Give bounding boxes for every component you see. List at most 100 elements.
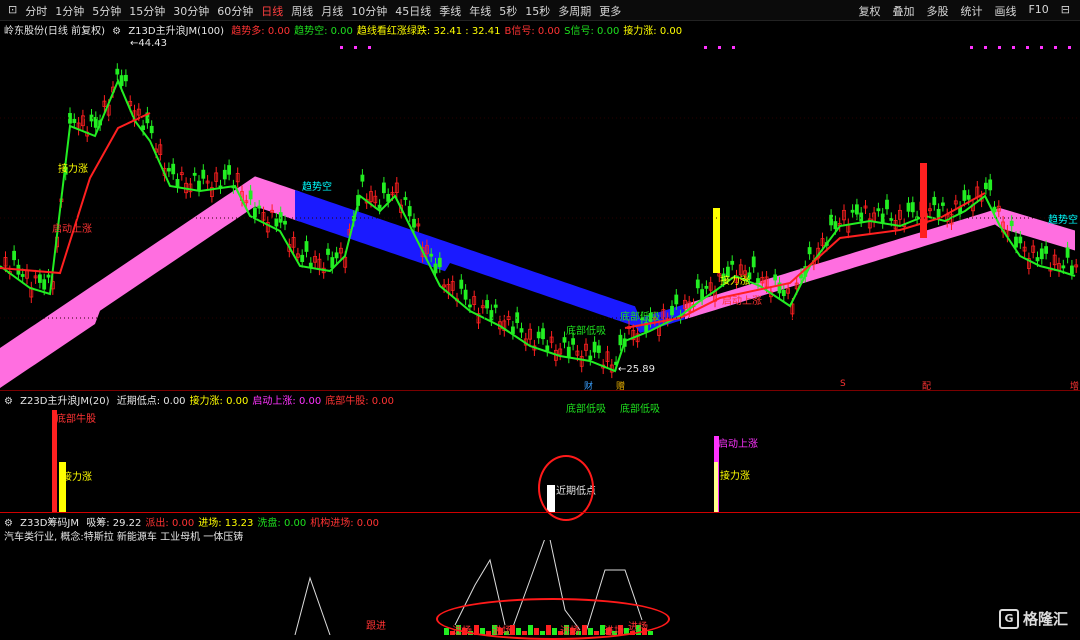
candle-body — [377, 204, 382, 209]
candle-body — [485, 300, 490, 309]
candle-body — [781, 289, 786, 297]
candle-body — [381, 182, 386, 194]
candle-body — [1039, 248, 1044, 260]
candle-body — [885, 199, 889, 210]
candle-body — [463, 289, 468, 300]
candle-body — [1044, 246, 1048, 254]
tool-button-6[interactable]: ⊟ — [1055, 3, 1076, 19]
bar-label-relay-2: 接力涨 — [720, 471, 750, 482]
period-tab-16[interactable]: 多周期 — [554, 3, 595, 19]
signal-dot — [984, 46, 987, 49]
candle-body — [283, 220, 287, 225]
candle-body — [592, 341, 597, 353]
candle-body — [1018, 236, 1023, 244]
annotation-relay-up-2: 接力涨 — [720, 276, 750, 287]
candle-body — [674, 294, 679, 305]
period-tab-7[interactable]: 日线 — [257, 3, 287, 19]
highlight-candle-red — [920, 163, 927, 238]
candlestick-chart[interactable] — [0, 18, 1080, 390]
signal-dot — [1026, 46, 1029, 49]
panel-divider-2 — [0, 512, 1080, 513]
period-tab-1[interactable]: 分时 — [21, 3, 51, 19]
period-tab-10[interactable]: 10分钟 — [347, 3, 391, 19]
period-tab-13[interactable]: 年线 — [465, 3, 495, 19]
candle-body — [700, 289, 704, 300]
chart-tools: 复权 叠加 多股 统计 画线 F10 ⊟ — [852, 3, 1076, 19]
signal-dot — [718, 46, 721, 49]
period-tab-9[interactable]: 月线 — [317, 3, 347, 19]
candle-body — [597, 345, 601, 353]
signal-dot — [1012, 46, 1015, 49]
candle-body — [1035, 257, 1040, 262]
candle-body — [72, 118, 77, 124]
candle-body — [119, 75, 124, 86]
candle-body — [412, 218, 416, 228]
candle-body — [984, 182, 988, 190]
candle-body — [489, 310, 494, 321]
candle-body — [756, 278, 760, 284]
candle-body — [227, 165, 232, 175]
period-tab-11[interactable]: 45日线 — [391, 3, 435, 19]
label-bottom-buy-1: 底部低吸 — [566, 326, 606, 337]
tool-button-3[interactable]: 统计 — [954, 3, 988, 19]
candle-body — [20, 274, 25, 277]
candle-body — [274, 218, 279, 227]
candle-body — [192, 172, 197, 176]
candle-body — [437, 257, 442, 268]
candle-body — [201, 169, 206, 179]
candle-body — [704, 285, 709, 289]
tool-button-5[interactable]: F10 — [1022, 3, 1054, 19]
period-tabs: ⊡ 分时 1分钟 5分钟 15分钟 30分钟 60分钟 日线 周线 月线 10分钟 45日线 季线 年线 5… — [4, 3, 625, 19]
candle-body — [386, 193, 391, 202]
period-tab-5[interactable]: 30分钟 — [169, 3, 213, 19]
period-tab-15[interactable]: 15秒 — [521, 3, 554, 19]
bar-label-start-up: 启动上涨 — [718, 439, 758, 450]
event-marker-2[interactable]: S — [838, 379, 848, 389]
candle-body — [42, 279, 47, 290]
bar-label-relay: 接力涨 — [62, 472, 92, 483]
candle-body — [1061, 265, 1066, 269]
chip-peak — [294, 576, 331, 635]
period-tab-0[interactable]: ⊡ — [4, 3, 21, 19]
signal-dot — [354, 46, 357, 49]
candle-body — [222, 169, 227, 180]
candle-body — [751, 256, 756, 268]
bar-relay-2 — [714, 462, 718, 512]
tool-button-2[interactable]: 多股 — [920, 3, 954, 19]
period-tab-8[interactable]: 周线 — [287, 3, 317, 19]
period-tab-12[interactable]: 季线 — [435, 3, 465, 19]
candle-body — [859, 212, 864, 222]
candle-body — [807, 247, 812, 255]
chip-bar — [648, 631, 653, 635]
period-tab-14[interactable]: 5秒 — [495, 3, 521, 19]
candle-body — [829, 214, 833, 226]
candle-body — [876, 208, 881, 212]
candle-body — [510, 326, 515, 334]
signal-dot — [1040, 46, 1043, 49]
candle-body — [252, 207, 257, 218]
candle-body — [360, 174, 365, 182]
candle-body — [304, 241, 309, 252]
candle-body — [588, 355, 593, 360]
tool-button-4[interactable]: 画线 — [988, 3, 1022, 19]
candle-body — [326, 248, 330, 255]
candle-body — [571, 338, 575, 345]
candle-body — [278, 212, 283, 223]
watermark: G 格隆汇 — [998, 608, 1068, 629]
period-tab-17[interactable]: 更多 — [595, 3, 625, 19]
candle-body — [695, 279, 700, 289]
tool-button-0[interactable]: 复权 — [852, 3, 886, 19]
candle-body — [889, 217, 894, 221]
period-tab-4[interactable]: 15分钟 — [125, 3, 169, 19]
candle-body — [248, 190, 253, 200]
candle-body — [433, 263, 438, 274]
candle-body — [855, 204, 859, 215]
period-tab-2[interactable]: 1分钟 — [51, 3, 88, 19]
signal-dot — [340, 46, 343, 49]
period-tab-3[interactable]: 5分钟 — [88, 3, 125, 19]
candle-body — [93, 116, 98, 128]
logo-icon: G — [998, 608, 1019, 629]
period-tab-6[interactable]: 60分钟 — [213, 3, 257, 19]
tool-button-1[interactable]: 叠加 — [886, 3, 920, 19]
candle-body — [1065, 247, 1070, 258]
